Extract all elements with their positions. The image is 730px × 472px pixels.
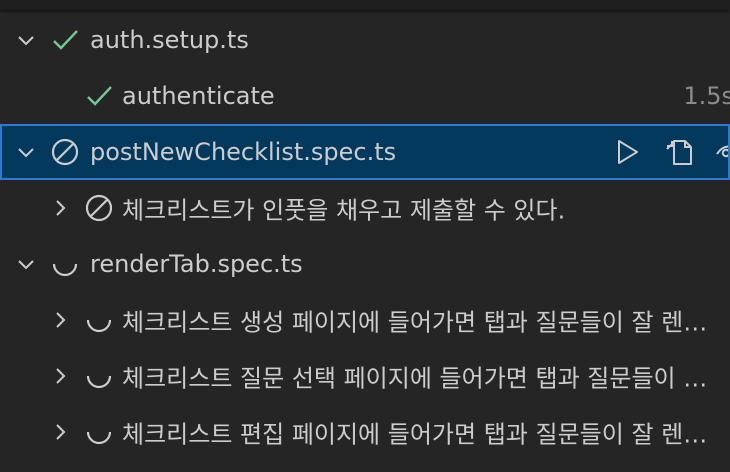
chevron-down-icon[interactable]: [14, 252, 38, 276]
running-spinner-icon: [84, 361, 114, 391]
tree-item-label: postNewChecklist.spec.ts: [90, 138, 397, 166]
check-pass-icon: [84, 81, 114, 111]
running-spinner-icon: [84, 417, 114, 447]
chevron-down-icon[interactable]: [14, 140, 38, 164]
chevron-down-icon[interactable]: [14, 28, 38, 52]
chevron-right-icon[interactable]: [48, 364, 72, 388]
watch-eye-icon[interactable]: [716, 137, 728, 167]
top-toolbar-edge: [0, 0, 730, 10]
tree-item-label: authenticate: [122, 82, 275, 110]
running-spinner-icon: [50, 249, 80, 279]
tree-item-label: 체크리스트가 인풋을 채우고 제출할 수 있다.: [122, 196, 566, 225]
go-to-file-icon[interactable]: [664, 137, 694, 167]
chevron-right-icon[interactable]: [48, 420, 72, 444]
tree-item-render-tab-file[interactable]: renderTab.spec.ts: [0, 236, 730, 292]
running-spinner-icon: [84, 305, 114, 335]
skipped-icon: [50, 137, 80, 167]
test-explorer-tree: auth.setup.ts authenticate 1.5s postNewC…: [0, 12, 730, 460]
run-test-icon[interactable]: [612, 137, 642, 167]
tree-item-create-page-test[interactable]: 체크리스트 생성 페이지에 들어가면 탭과 질문들이 잘 렌더링된다.: [0, 292, 730, 348]
test-duration: 1.5s: [683, 82, 730, 110]
tree-item-fill-and-submit-test[interactable]: 체크리스트가 인풋을 채우고 제출할 수 있다.: [0, 180, 730, 236]
row-actions: [590, 137, 728, 167]
check-pass-icon: [50, 25, 80, 55]
tree-item-select-page-test[interactable]: 체크리스트 질문 선택 페이지에 들어가면 탭과 질문들이 잘 렌더링된다.: [0, 348, 730, 404]
tree-item-authenticate-test[interactable]: authenticate 1.5s: [0, 68, 730, 124]
tree-item-post-new-checklist-file[interactable]: postNewChecklist.spec.ts: [0, 124, 730, 180]
skipped-icon: [84, 193, 114, 223]
tree-item-label: renderTab.spec.ts: [90, 250, 303, 278]
chevron-right-icon[interactable]: [48, 308, 72, 332]
tree-item-edit-page-test[interactable]: 체크리스트 편집 페이지에 들어가면 탭과 질문들이 잘 렌더링된다.: [0, 404, 730, 460]
tree-item-label: 체크리스트 생성 페이지에 들어가면 탭과 질문들이 잘 렌더링된다.: [122, 308, 728, 337]
tree-item-auth-setup-file[interactable]: auth.setup.ts: [0, 12, 730, 68]
tree-item-label: 체크리스트 질문 선택 페이지에 들어가면 탭과 질문들이 잘 렌더링된다.: [122, 364, 728, 393]
tree-item-label: 체크리스트 편집 페이지에 들어가면 탭과 질문들이 잘 렌더링된다.: [122, 420, 728, 449]
chevron-right-icon[interactable]: [48, 196, 72, 220]
tree-item-label: auth.setup.ts: [90, 26, 249, 54]
